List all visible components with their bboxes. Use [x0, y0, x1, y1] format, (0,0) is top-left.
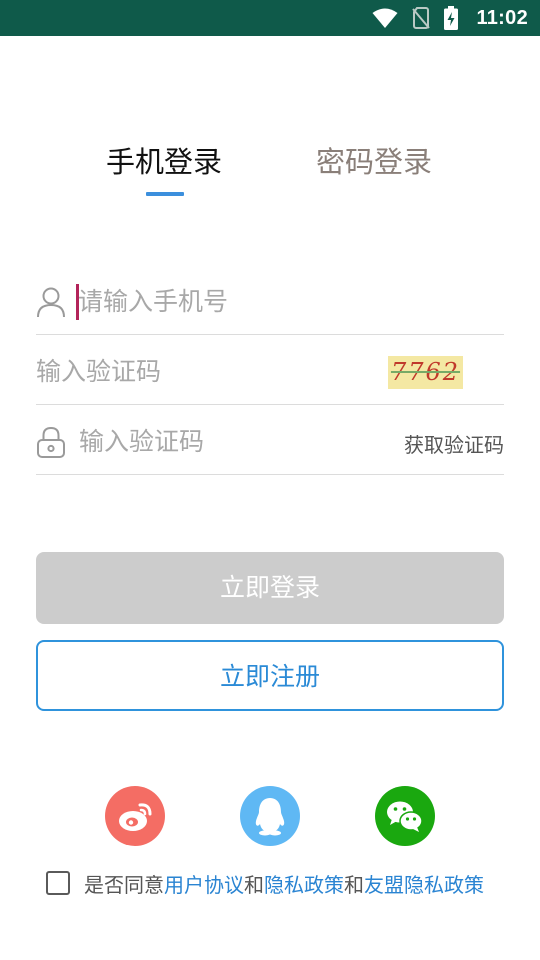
agreement-prefix: 是否同意 — [84, 873, 164, 897]
status-time: 11:02 — [476, 7, 528, 29]
user-agreement-link[interactable]: 用户协议 — [164, 873, 244, 897]
weibo-icon — [119, 803, 152, 831]
phone-field-row — [36, 264, 504, 335]
lock-icon — [37, 426, 65, 458]
agreement-and-1: 和 — [244, 873, 264, 897]
captcha-field-row: 7762 — [36, 334, 504, 405]
tab-password-login[interactable]: 密码登录 — [316, 140, 432, 184]
wifi-icon — [372, 8, 398, 28]
register-button[interactable]: 立即注册 — [36, 640, 504, 711]
tab-active-indicator — [146, 192, 184, 196]
status-icons — [372, 6, 458, 30]
get-code-button[interactable]: 获取验证码 — [404, 432, 504, 458]
agreement-checkbox[interactable] — [46, 871, 70, 895]
status-bar: 11:02 — [0, 0, 540, 36]
qq-login-button[interactable] — [240, 786, 300, 846]
sms-code-input[interactable] — [79, 422, 379, 460]
phone-input[interactable] — [78, 282, 478, 320]
qq-icon — [255, 798, 285, 836]
sms-code-field-row: 获取验证码 — [36, 404, 504, 475]
captcha-image[interactable]: 7762 — [388, 356, 463, 389]
user-icon — [37, 287, 65, 318]
umeng-privacy-link[interactable]: 友盟隐私政策 — [364, 873, 484, 897]
battery-charging-icon — [444, 6, 458, 30]
privacy-policy-link[interactable]: 隐私政策 — [264, 873, 344, 897]
tab-phone-login[interactable]: 手机登录 — [106, 140, 222, 184]
login-button[interactable]: 立即登录 — [36, 552, 504, 624]
captcha-input[interactable] — [36, 352, 376, 390]
agreement-and-2: 和 — [344, 873, 364, 897]
wechat-icon — [387, 801, 423, 832]
wechat-login-button[interactable] — [375, 786, 435, 846]
no-sim-icon — [412, 7, 430, 29]
agreement-text: 是否同意用户协议和隐私政策和友盟隐私政策 — [84, 870, 484, 900]
weibo-login-button[interactable] — [105, 786, 165, 846]
